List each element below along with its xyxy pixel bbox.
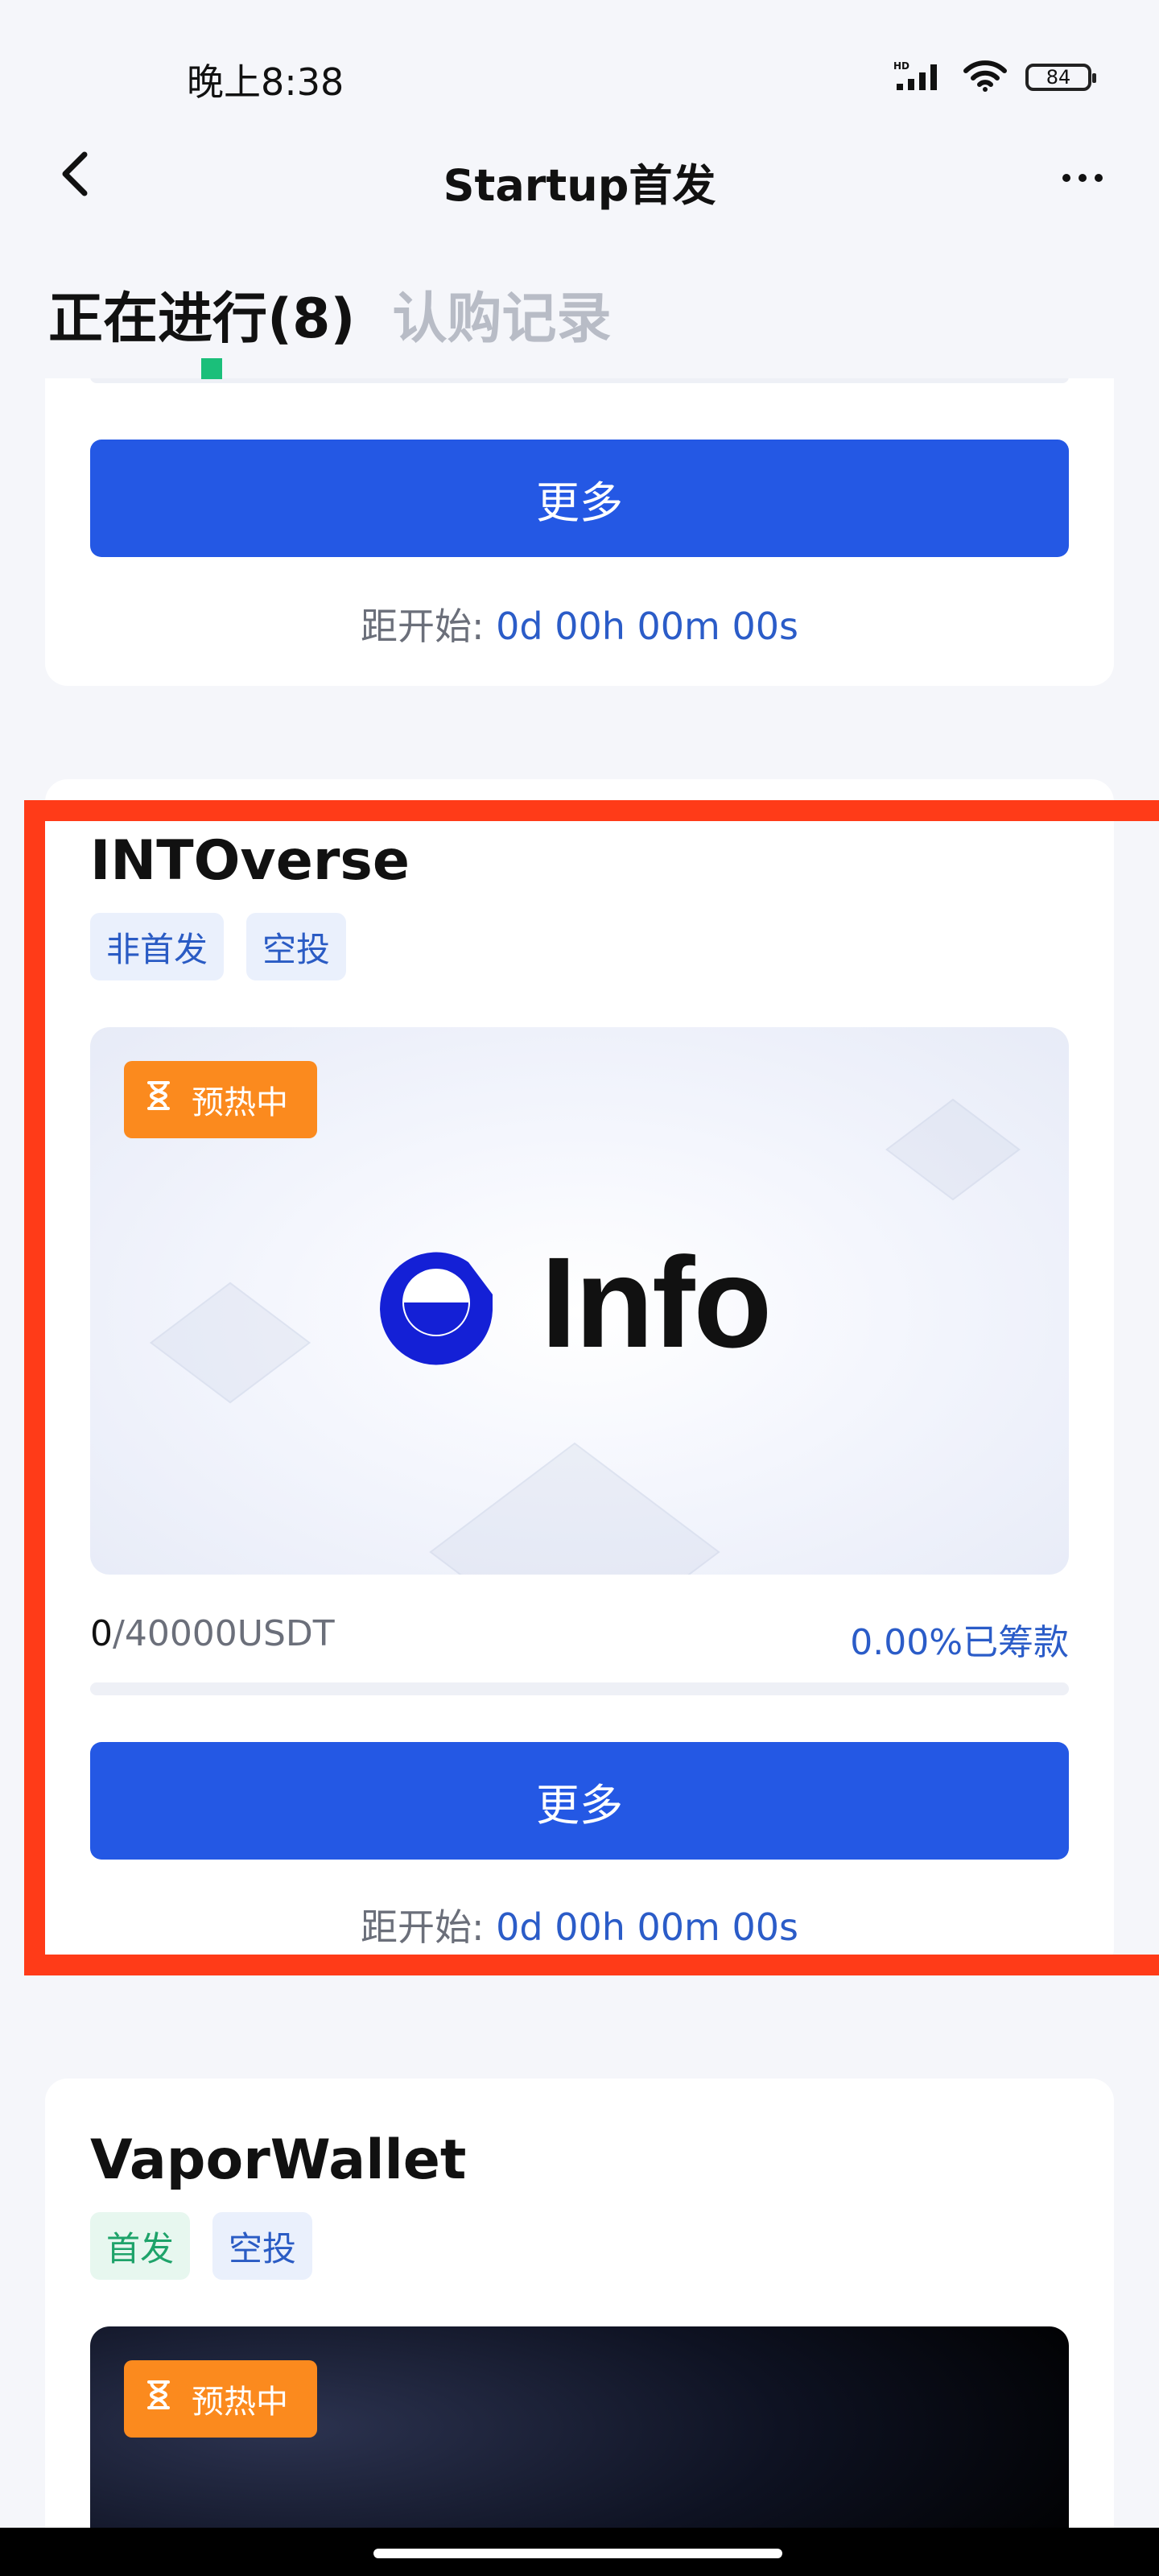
battery-icon: 84 <box>1025 64 1096 91</box>
badge-label: 预热中 <box>192 1084 288 1121</box>
svg-text:HD: HD <box>893 60 909 72</box>
tag-airdrop: 空投 <box>246 913 347 980</box>
info-logo-mark-icon <box>380 1252 493 1365</box>
active-tab-indicator <box>201 358 222 379</box>
countdown-value: 0d 00h 00m 00s <box>496 605 798 648</box>
decorative-cube <box>429 1442 720 1575</box>
decorative-cube <box>149 1282 311 1404</box>
info-logo: Info <box>372 1228 772 1377</box>
tab-in-progress[interactable]: 正在进行(8) <box>48 274 355 353</box>
info-logo-text: Info <box>541 1230 772 1374</box>
countdown: 距开始: 0d 00h 00m 00s <box>45 597 1114 650</box>
countdown-value: 0d 00h 00m 00s <box>496 1905 798 1949</box>
status-icons: HD 84 <box>893 60 1096 95</box>
project-card-intoverse[interactable]: INTOverse 非首发 空投 预热中 Info 0/40000USDT 0.… <box>45 779 1114 1971</box>
more-options-button[interactable] <box>1046 150 1119 206</box>
raised-amount: 0 <box>90 1613 113 1654</box>
funding-percent: 0.00%已筹款 <box>850 1622 1069 1663</box>
countdown: 距开始: 0d 00h 00m 00s <box>45 1898 1114 1951</box>
warming-up-badge: 预热中 <box>124 1061 317 1138</box>
tag-airdrop: 空投 <box>212 2212 313 2280</box>
funding-row: 0/40000USDT 0.00%已筹款 <box>90 1613 1069 1665</box>
badge-label: 预热中 <box>192 2384 288 2421</box>
hourglass-icon <box>146 1080 171 1119</box>
project-title: VaporWallet <box>90 2128 467 2192</box>
countdown-label: 距开始: <box>361 1905 485 1949</box>
battery-level: 84 <box>1046 66 1071 89</box>
tag-non-first-launch: 非首发 <box>90 913 225 980</box>
hd-signal-icon: HD <box>893 60 945 95</box>
header: 晚上8:38 HD 84 Startup首发 正在进行(8) 认购记录 <box>0 0 1159 379</box>
tag-row: 首发 空投 <box>90 2212 313 2280</box>
warming-up-badge: 预热中 <box>124 2360 317 2438</box>
project-card-previous: 更多 距开始: 0d 00h 00m 00s <box>45 338 1114 686</box>
more-button[interactable]: 更多 <box>90 440 1069 557</box>
startup-page: 更多 距开始: 0d 00h 00m 00s INTOverse 非首发 空投 … <box>0 0 1159 2576</box>
goal-amount: /40000USDT <box>113 1613 335 1654</box>
countdown-label: 距开始: <box>361 605 485 648</box>
more-dots-icon <box>1062 174 1070 182</box>
project-banner[interactable]: 预热中 Info <box>90 1027 1069 1575</box>
funding-progress-bar <box>90 1682 1069 1695</box>
tag-row: 非首发 空投 <box>90 913 347 980</box>
funding-amount: 0/40000USDT <box>90 1613 335 1665</box>
more-button[interactable]: 更多 <box>90 1742 1069 1860</box>
tag-first-launch: 首发 <box>90 2212 191 2280</box>
project-card-vaporwallet[interactable]: VaporWallet 首发 空投 预热中 <box>45 2079 1114 2576</box>
decorative-cube <box>885 1098 1021 1201</box>
tab-bar: 正在进行(8) 认购记录 <box>48 274 612 353</box>
home-indicator[interactable] <box>373 2549 782 2558</box>
page-title: Startup首发 <box>443 160 716 211</box>
hourglass-icon <box>146 2380 171 2418</box>
project-title: INTOverse <box>90 829 410 893</box>
status-time: 晚上8:38 <box>187 60 344 104</box>
tab-subscription-records[interactable]: 认购记录 <box>392 274 611 353</box>
wifi-icon <box>963 60 1008 95</box>
